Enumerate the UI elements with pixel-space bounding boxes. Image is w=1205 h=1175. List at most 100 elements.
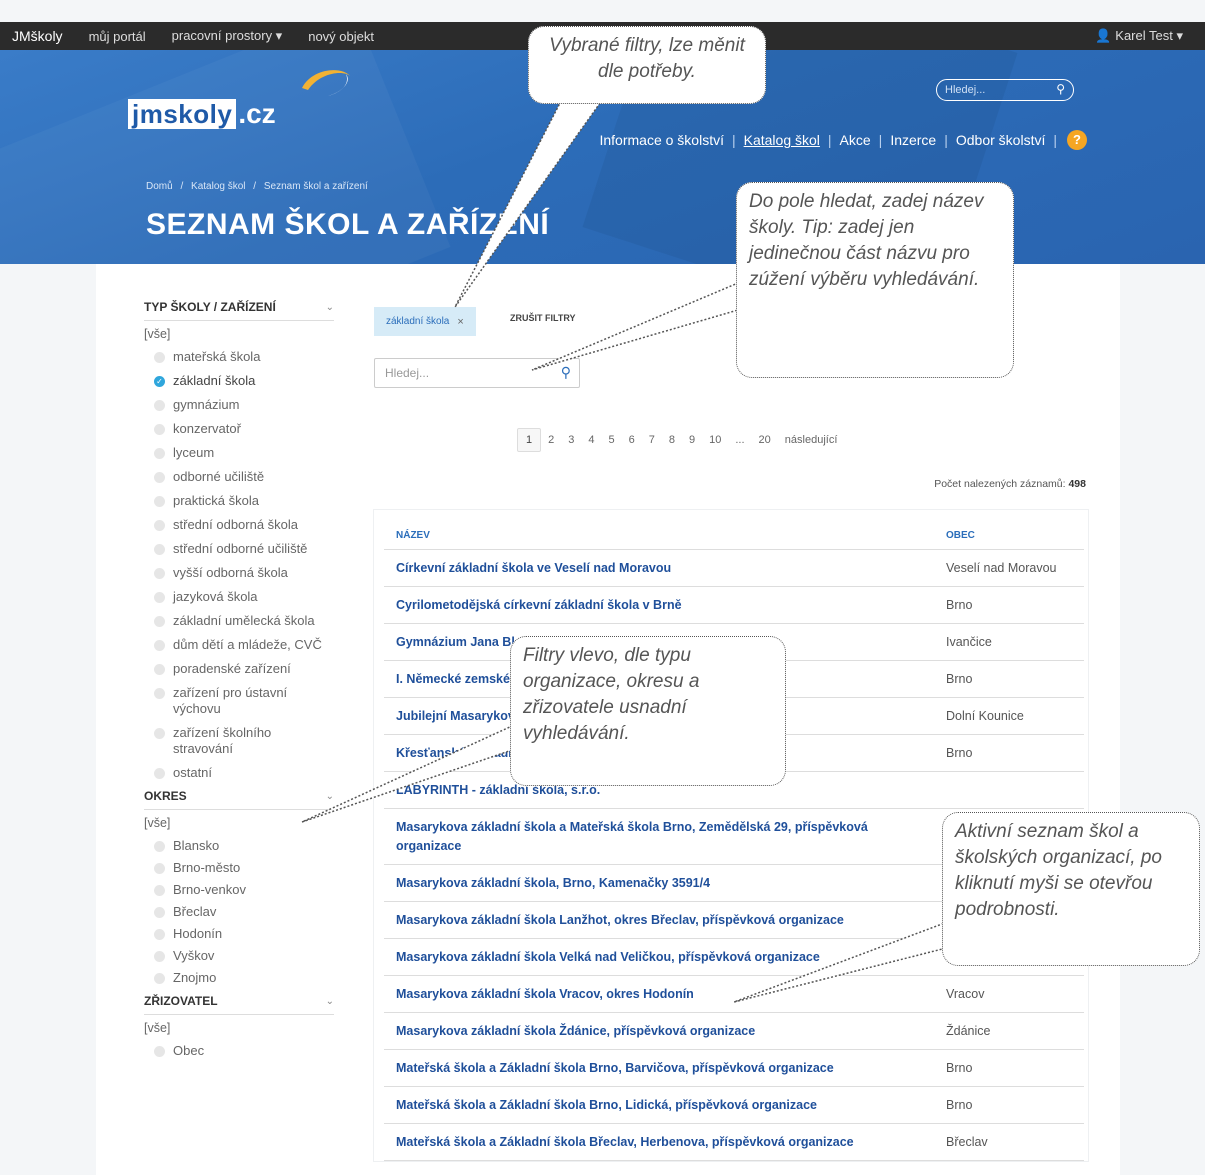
school-name-link[interactable]: Masarykova základní škola Lanžhot, okres… bbox=[384, 901, 934, 939]
filter-type-item[interactable]: poradenské zařízení bbox=[144, 661, 334, 677]
page-link[interactable]: 6 bbox=[622, 434, 642, 446]
filter-item[interactable]: Znojmo bbox=[144, 970, 334, 986]
school-name-link[interactable]: Masarykova základní škola Velká nad Veli… bbox=[384, 938, 934, 976]
help-icon[interactable]: ? bbox=[1067, 130, 1087, 150]
filter-item[interactable]: Obec bbox=[144, 1043, 334, 1059]
filter-zrizovatel-all[interactable]: [vše] bbox=[144, 1021, 334, 1035]
radio-dot-icon bbox=[154, 973, 165, 984]
page-link[interactable]: 1 bbox=[517, 428, 542, 452]
filter-type-item[interactable]: odborné učiliště bbox=[144, 469, 334, 485]
filter-okres-header[interactable]: OKRES ⌄ bbox=[144, 789, 334, 810]
chevron-down-icon: ⌄ bbox=[325, 790, 334, 802]
filter-type-item[interactable]: střední odborná škola bbox=[144, 517, 334, 533]
search-icon[interactable]: ⚲ bbox=[1056, 82, 1065, 96]
table-row[interactable]: Církevní základní škola ve Veselí nad Mo… bbox=[384, 549, 1084, 587]
filter-item[interactable]: Brno-venkov bbox=[144, 882, 334, 898]
nav-info[interactable]: Informace o školství bbox=[591, 132, 732, 148]
filter-type-header[interactable]: TYP ŠKOLY / ZAŘÍZENÍ ⌄ bbox=[144, 300, 334, 321]
user-menu[interactable]: 👤 Karel Test ▾ bbox=[1095, 22, 1183, 50]
table-row[interactable]: Mateřská škola a Základní škola Brno, Li… bbox=[384, 1086, 1084, 1124]
filter-type-item[interactable]: lyceum bbox=[144, 445, 334, 461]
filter-type-item[interactable]: ✓ základní škola bbox=[144, 373, 334, 389]
page-link[interactable]: 5 bbox=[602, 434, 622, 446]
school-name-link[interactable]: Masarykova základní škola Vracov, okres … bbox=[384, 975, 934, 1013]
clear-filters-button[interactable]: ZRUŠIT FILTRY bbox=[510, 313, 576, 323]
filter-type-item[interactable]: dům dětí a mládeže, CVČ bbox=[144, 637, 334, 653]
filter-type-item[interactable]: gymnázium bbox=[144, 397, 334, 413]
filter-type-item[interactable]: jazyková škola bbox=[144, 589, 334, 605]
search-input[interactable]: Hledej... ⚲ bbox=[374, 358, 580, 388]
page-link[interactable]: 3 bbox=[561, 434, 581, 446]
nav-events[interactable]: Akce bbox=[832, 132, 879, 148]
filter-zrizovatel-header[interactable]: ZŘIZOVATEL ⌄ bbox=[144, 994, 334, 1015]
radio-dot-icon bbox=[154, 841, 165, 852]
filter-item-label: zařízení pro ústavní výchovu bbox=[173, 685, 288, 716]
hero-search-input[interactable]: Hledej... ⚲ bbox=[936, 79, 1074, 101]
callout-left-filters: Filtry vlevo, dle typu organizace, okres… bbox=[510, 636, 786, 786]
filter-type-item[interactable]: mateřská škola bbox=[144, 349, 334, 365]
filter-type-item[interactable]: praktická škola bbox=[144, 493, 334, 509]
filter-item[interactable]: Hodonín bbox=[144, 926, 334, 942]
school-name-link[interactable]: Cyrilometodějská církevní základní škola… bbox=[384, 586, 934, 624]
nav-workspaces[interactable]: pracovní prostory ▾ bbox=[172, 28, 283, 44]
school-name-link[interactable]: Masarykova základní škola a Mateřská ško… bbox=[384, 808, 934, 865]
filter-type-item[interactable]: ostatní bbox=[144, 765, 334, 781]
nav-ads[interactable]: Inzerce bbox=[882, 132, 944, 148]
radio-dot-icon bbox=[154, 863, 165, 874]
school-name-link[interactable]: Mateřská škola a Základní škola Brno, Ba… bbox=[384, 1049, 934, 1087]
page-link[interactable]: 7 bbox=[642, 434, 662, 446]
nav-my-portal[interactable]: můj portál bbox=[89, 29, 146, 44]
nav-new-object[interactable]: nový objekt bbox=[308, 29, 374, 44]
radio-dot-icon bbox=[154, 592, 165, 603]
filter-item-label: Vyškov bbox=[173, 948, 215, 963]
page-link[interactable]: 2 bbox=[541, 434, 561, 446]
filter-type-all[interactable]: [vše] bbox=[144, 327, 334, 341]
nav-department[interactable]: Odbor školství bbox=[948, 132, 1053, 148]
page-link[interactable]: 10 bbox=[702, 434, 728, 446]
filter-type-item[interactable]: konzervatoř bbox=[144, 421, 334, 437]
radio-dot-icon bbox=[154, 400, 165, 411]
next-page-link[interactable]: následující bbox=[778, 434, 845, 446]
column-header-name[interactable]: NÁZEV bbox=[384, 510, 934, 550]
filter-item[interactable]: Vyškov bbox=[144, 948, 334, 964]
page-link[interactable]: 8 bbox=[662, 434, 682, 446]
filter-group-zrizovatel: ZŘIZOVATEL ⌄ [vše] Obec bbox=[144, 994, 334, 1059]
site-logo[interactable]: jmskoly .cz bbox=[128, 96, 276, 132]
radio-dot-icon bbox=[154, 885, 165, 896]
filter-okres-all[interactable]: [vše] bbox=[144, 816, 334, 830]
table-row[interactable]: Masarykova základní škola Vracov, okres … bbox=[384, 975, 1084, 1013]
filter-item[interactable]: Břeclav bbox=[144, 904, 334, 920]
table-row[interactable]: Mateřská škola a Základní škola Břeclav,… bbox=[384, 1123, 1084, 1161]
page-link[interactable]: 9 bbox=[682, 434, 702, 446]
filter-type-item[interactable]: vyšší odborná škola bbox=[144, 565, 334, 581]
filter-type-item[interactable]: základní umělecká škola bbox=[144, 613, 334, 629]
close-icon[interactable]: × bbox=[457, 316, 463, 328]
brand-link[interactable]: JMškoly bbox=[0, 28, 63, 44]
filter-type-item[interactable]: zařízení školního stravování bbox=[144, 725, 334, 757]
filter-type-item[interactable]: střední odborné učiliště bbox=[144, 541, 334, 557]
radio-dot-icon bbox=[154, 472, 165, 483]
page-link[interactable]: 4 bbox=[581, 434, 601, 446]
breadcrumb-home[interactable]: Domů bbox=[146, 181, 173, 192]
school-name-link[interactable]: Mateřská škola a Základní škola Brno, Li… bbox=[384, 1086, 934, 1124]
table-row[interactable]: Masarykova základní škola Ždánice, přísp… bbox=[384, 1012, 1084, 1050]
school-name-link[interactable]: Církevní základní škola ve Veselí nad Mo… bbox=[384, 549, 934, 587]
filter-item[interactable]: Blansko bbox=[144, 838, 334, 854]
nav-catalog[interactable]: Katalog škol bbox=[736, 132, 828, 148]
breadcrumb-catalog[interactable]: Katalog škol bbox=[191, 181, 245, 192]
school-city: Brno bbox=[934, 1049, 1084, 1087]
filter-type-item[interactable]: zařízení pro ústavní výchovu bbox=[144, 685, 334, 717]
school-city: Brno bbox=[934, 660, 1084, 698]
table-row[interactable]: Mateřská škola a Základní škola Brno, Ba… bbox=[384, 1049, 1084, 1087]
filter-item[interactable]: Brno-město bbox=[144, 860, 334, 876]
school-name-link[interactable]: Masarykova základní škola, Brno, Kamenač… bbox=[384, 864, 934, 902]
radio-dot-icon bbox=[154, 1046, 165, 1057]
school-name-link[interactable]: Masarykova základní škola Ždánice, přísp… bbox=[384, 1012, 934, 1050]
active-filter-chip[interactable]: základní škola × bbox=[374, 307, 476, 336]
search-icon[interactable]: ⚲ bbox=[561, 364, 571, 381]
radio-dot-icon bbox=[154, 929, 165, 940]
school-name-link[interactable]: Mateřská škola a Základní škola Břeclav,… bbox=[384, 1123, 934, 1161]
table-row[interactable]: Cyrilometodějská církevní základní škola… bbox=[384, 586, 1084, 624]
column-header-city[interactable]: OBEC bbox=[934, 510, 1084, 550]
page-link[interactable]: 20 bbox=[752, 434, 778, 446]
